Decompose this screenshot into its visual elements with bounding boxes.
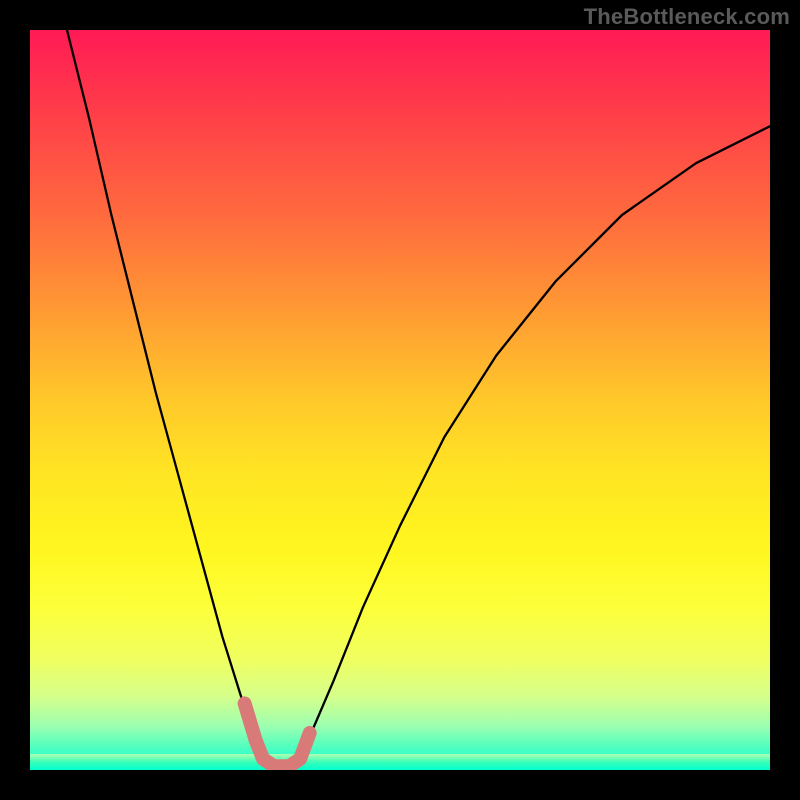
curve-layer [30, 30, 770, 770]
curve-group [67, 30, 770, 766]
watermark-text: TheBottleneck.com [584, 4, 790, 30]
series-right-branch [296, 126, 770, 762]
plot-area [30, 30, 770, 770]
series-floor-marker [245, 703, 310, 766]
series-left-branch [67, 30, 267, 763]
chart-frame: TheBottleneck.com [0, 0, 800, 800]
